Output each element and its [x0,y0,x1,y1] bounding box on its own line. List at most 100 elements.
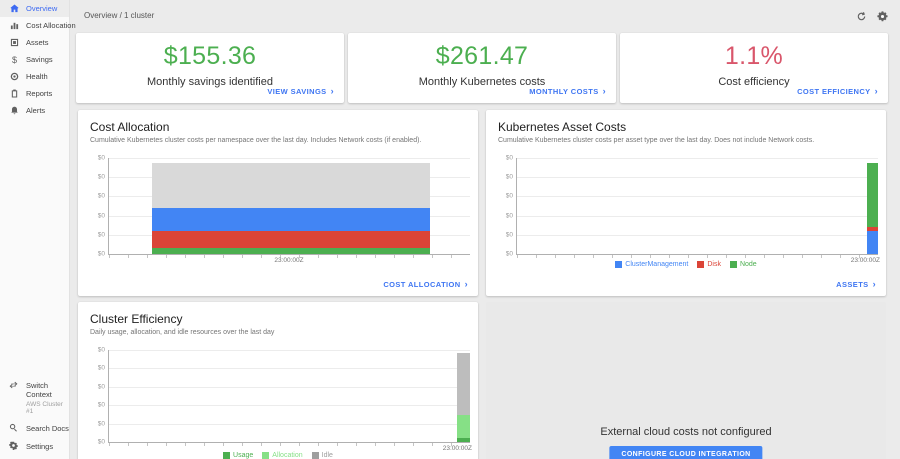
assets-icon [9,38,19,48]
chevron-right-icon: › [331,88,334,95]
search-icon [9,423,19,433]
grid-line [109,158,470,159]
cost-allocation-link[interactable]: COST ALLOCATION› [383,280,468,289]
settings[interactable]: Settings [0,437,69,455]
bar-segment[interactable] [457,438,470,442]
legend-item: Allocation [262,452,302,459]
assets-link[interactable]: ASSETS› [836,280,876,289]
dollar-icon: $ [9,55,19,65]
savings-summary-card: $155.36 Monthly savings identified VIEW … [76,33,344,103]
asset-costs-title: Kubernetes Asset Costs [486,110,886,134]
monthly-costs-value: $261.47 [348,42,616,71]
sidebar-item-overview[interactable]: Overview [0,0,69,17]
legend-item: ClusterManagement [615,261,688,268]
stacked-bar[interactable] [457,353,470,442]
grid-line [517,235,878,236]
sidebar-item-reports[interactable]: Reports [0,85,69,102]
legend-swatch [312,452,319,459]
bar-segment[interactable] [152,248,430,254]
y-tick-label: $0 [81,383,105,390]
bar-segment[interactable] [867,163,878,227]
legend-item: Usage [223,452,253,459]
search-docs-label: Search Docs [26,424,69,433]
sidebar-item-assets[interactable]: Assets [0,34,69,51]
view-savings-link[interactable]: VIEW SAVINGS› [267,87,334,96]
asset-costs-chart: $0$0$0$0$0$0 [516,158,878,255]
grid-line [109,368,470,369]
legend-item: Node [730,261,757,268]
y-tick-label: $0 [81,193,105,200]
y-tick-label: $0 [81,231,105,238]
cost-allocation-title: Cost Allocation [78,110,478,134]
bar-segment[interactable] [152,163,430,209]
svg-text:$: $ [11,55,16,64]
bar-chart-icon [9,21,19,31]
monthly-costs-link[interactable]: MONTHLY COSTS› [529,87,606,96]
switch-context-label: Switch Context [26,381,69,399]
legend-label: ClusterManagement [625,261,688,268]
cost-allocation-subtitle: Cumulative Kubernetes cluster costs per … [78,134,478,144]
grid-line [517,196,878,197]
y-tick-label: $0 [489,174,513,181]
sidebar-item-label: Overview [26,4,57,13]
bell-icon [9,106,19,116]
bar-segment[interactable] [152,231,430,247]
cost-efficiency-summary-card: 1.1% Cost efficiency COST EFFICIENCY› [620,33,888,103]
settings-label: Settings [26,442,53,451]
bar-segment[interactable] [152,208,430,231]
bar-segment[interactable] [457,415,470,438]
chevron-right-icon: › [873,281,876,288]
configure-cloud-integration-button[interactable]: CONFIGURE CLOUD INTEGRATION [609,446,762,459]
cluster-efficiency-legend: Usage Allocation Idle [78,452,478,459]
sidebar-item-savings[interactable]: $ Savings [0,51,69,68]
y-tick-label: $0 [489,231,513,238]
legend-label: Idle [322,452,333,459]
cost-allocation-chart: $0$0$0$0$0$0 [108,158,470,255]
cluster-efficiency-title: Cluster Efficiency [78,302,478,326]
legend-swatch [615,261,622,268]
refresh-icon[interactable] [856,9,867,20]
y-tick-label: $0 [81,365,105,372]
y-tick-label: $0 [81,439,105,446]
legend-swatch [730,261,737,268]
current-context-value: AWS Cluster #1 [26,401,69,415]
grid-line [109,350,470,351]
y-tick-label: $0 [81,402,105,409]
grid-line [109,405,470,406]
legend-label: Node [740,261,757,268]
breadcrumb: Overview / 1 cluster [84,11,154,20]
x-axis-label: 23:00:00Z [108,257,470,264]
cluster-efficiency-subtitle: Daily usage, allocation, and idle resour… [78,326,478,336]
y-tick-label: $0 [81,155,105,162]
bar-segment[interactable] [867,231,878,254]
external-costs-panel: External cloud costs not configured CONF… [486,302,886,459]
asset-costs-legend: ClusterManagementDiskNode [486,261,886,268]
stacked-bar[interactable] [152,163,430,254]
switch-context[interactable]: Switch Context AWS Cluster #1 [0,377,69,419]
cost-efficiency-link[interactable]: COST EFFICIENCY› [797,87,878,96]
sidebar-item-label: Reports [26,89,52,98]
y-tick-label: $0 [81,420,105,427]
y-tick-label: $0 [81,347,105,354]
savings-value: $155.36 [76,42,344,71]
legend-label: Usage [233,452,253,459]
sidebar-item-label: Alerts [26,106,45,115]
chevron-right-icon: › [875,88,878,95]
y-tick-label: $0 [489,251,513,258]
grid-line [517,216,878,217]
sidebar-item-health[interactable]: Health [0,68,69,85]
legend-swatch [223,452,230,459]
legend-swatch [697,261,704,268]
sidebar-item-label: Health [26,72,48,81]
settings-gear-icon[interactable] [877,9,888,20]
sidebar-item-alerts[interactable]: Alerts [0,102,69,119]
chevron-right-icon: › [465,281,468,288]
gear-icon [9,441,19,451]
reports-icon [9,89,19,99]
grid-line [109,387,470,388]
sidebar-item-cost-allocation[interactable]: Cost Allocation [0,17,69,34]
stacked-bar[interactable] [867,163,878,254]
y-tick-label: $0 [489,212,513,219]
search-docs[interactable]: Search Docs [0,419,69,437]
bar-segment[interactable] [457,353,470,415]
